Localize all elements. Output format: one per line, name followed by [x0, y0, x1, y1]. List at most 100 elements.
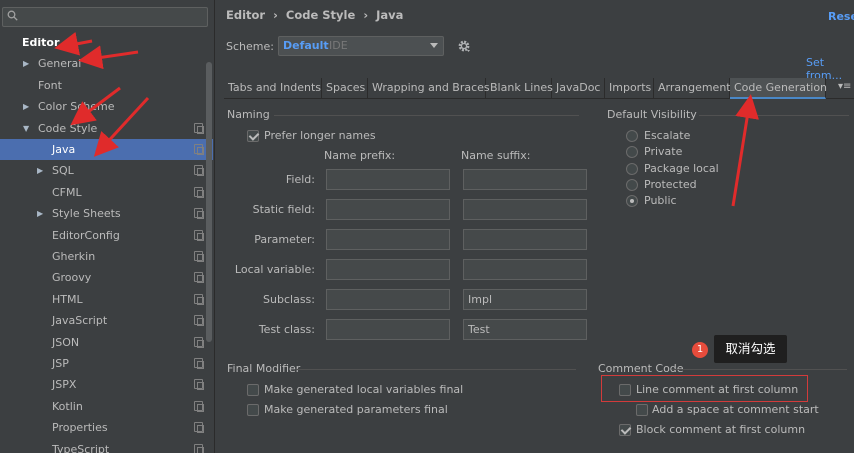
sidebar-item-general[interactable]: ▶ General [0, 53, 213, 74]
copy-icon [194, 400, 204, 412]
copy-icon [194, 208, 204, 220]
sidebar-item-label: Editor [22, 36, 60, 49]
sidebar-item-label: Gherkin [52, 250, 96, 263]
search-icon [7, 10, 18, 21]
sidebar-item-label: Kotlin [52, 399, 83, 413]
visibility-radio[interactable] [626, 178, 638, 191]
prefix-input[interactable] [326, 319, 450, 340]
final-modifier-title: Final Modifier [227, 362, 301, 375]
sidebar-item-label: Code Style [38, 121, 98, 135]
prefix-input[interactable] [326, 259, 450, 280]
search-input[interactable] [2, 7, 208, 27]
sidebar-scrollbar[interactable] [206, 62, 212, 342]
tab-wrapping-and-braces[interactable]: Wrapping and Braces [368, 78, 490, 99]
reset-link[interactable]: Rese [828, 10, 854, 23]
collapsed-arrow-icon[interactable]: ▶ [37, 160, 43, 181]
copy-icon [194, 379, 204, 391]
naming-title: Naming [227, 108, 270, 121]
sidebar-item-editorconfig[interactable]: EditorConfig [0, 225, 213, 246]
suffix-input[interactable] [463, 169, 587, 190]
collapsed-arrow-icon[interactable]: ▶ [37, 203, 43, 224]
tab-imports[interactable]: Imports [605, 78, 654, 99]
prefix-input[interactable] [326, 289, 450, 310]
visibility-radio[interactable] [626, 146, 638, 159]
sidebar-item-javascript[interactable]: JavaScript [0, 310, 213, 331]
tab-blank-lines[interactable]: Blank Lines [486, 78, 553, 99]
sidebar-item-color-scheme[interactable]: ▶ Color Scheme [0, 96, 213, 117]
collapsed-arrow-icon[interactable]: ▶ [23, 53, 29, 74]
sidebar-item-label: Font [38, 78, 62, 92]
sidebar-item-json[interactable]: JSON [0, 332, 213, 353]
tab-bar: Tabs and Indents Spaces Wrapping and Brace… [224, 78, 854, 99]
tab-javadoc[interactable]: JavaDoc [552, 78, 605, 99]
sidebar-item-label: Java [52, 143, 76, 156]
sidebar-item-label: EditorConfig [52, 228, 120, 242]
sidebar-item-groovy[interactable]: Groovy [0, 267, 213, 288]
suffix-input[interactable]: Impl [463, 289, 587, 310]
tab-spaces[interactable]: Spaces [322, 78, 368, 99]
expanded-arrow-icon[interactable]: ▼ [23, 118, 29, 139]
prefix-input[interactable] [326, 229, 450, 250]
final-modifier-checkbox[interactable] [247, 384, 259, 396]
sidebar-item-jsp[interactable]: JSP [0, 353, 213, 374]
scheme-label: Scheme: [226, 40, 274, 53]
copy-icon [194, 336, 204, 348]
prefix-input[interactable] [326, 199, 450, 220]
step-badge: 1 [692, 342, 708, 358]
suffix-input[interactable] [463, 199, 587, 220]
copy-icon [194, 229, 204, 241]
visibility-radio[interactable] [626, 130, 638, 142]
breadcrumb-java: Java [376, 8, 404, 22]
scheme-dropdown[interactable]: Default IDE [278, 36, 444, 56]
separator [699, 115, 849, 116]
prefer-longer-checkbox[interactable] [247, 130, 259, 142]
sidebar-item-jspx[interactable]: JSPX [0, 374, 213, 395]
tab-arrangement[interactable]: Arrangement [654, 78, 731, 99]
visibility-label: Public [644, 194, 677, 208]
chevron-down-icon [430, 43, 438, 48]
comment-code-checkbox[interactable] [619, 424, 631, 436]
sidebar-item-font[interactable]: Font [0, 75, 213, 96]
sidebar-item-label: JSON [52, 335, 80, 349]
sidebar-item-html[interactable]: HTML [0, 289, 213, 310]
prefer-longer-label: Prefer longer names [264, 129, 376, 142]
visibility-radio[interactable] [626, 162, 638, 175]
sidebar-item-java[interactable]: Java [0, 139, 213, 160]
suffix-input[interactable]: Test [463, 319, 587, 340]
copy-icon [194, 122, 204, 134]
comment-code-checkbox[interactable] [636, 404, 648, 416]
visibility-radio[interactable] [626, 195, 638, 208]
copy-icon [194, 251, 204, 262]
breadcrumb-editor: Editor [226, 8, 266, 22]
sidebar-item-gherkin[interactable]: Gherkin [0, 246, 213, 267]
sidebar-item-cfml[interactable]: CFML [0, 182, 213, 203]
prefix-input[interactable] [326, 169, 450, 190]
visibility-label: Escalate [644, 129, 691, 142]
suffix-input[interactable] [463, 229, 587, 250]
comment-code-label: Block comment at first column [636, 423, 806, 436]
tab-tabs-and-indents[interactable]: Tabs and Indents [224, 78, 322, 99]
gear-icon[interactable] [457, 39, 471, 53]
sidebar-item-editor[interactable]: Editor [0, 32, 213, 53]
name-prefix-header: Name prefix: [324, 149, 396, 162]
sidebar-item-typescript[interactable]: TypeScript [0, 439, 213, 453]
sidebar-item-kotlin[interactable]: Kotlin [0, 396, 213, 417]
tab-code-generation[interactable]: Code Generation [730, 78, 827, 99]
sidebar-item-label: CFML [52, 185, 82, 199]
sidebar-item-label: Groovy [52, 271, 92, 285]
tab-more-button[interactable]: ▾≡ [838, 81, 851, 92]
visibility-label: Protected [644, 177, 697, 191]
copy-icon [194, 186, 204, 198]
suffix-input[interactable] [463, 259, 587, 280]
copy-icon [194, 443, 204, 453]
sidebar-item-sql[interactable]: ▶ SQL [0, 160, 213, 181]
annotation-tooltip: 取消勾选 [714, 335, 787, 363]
sidebar-item-style-sheets[interactable]: ▶ Style Sheets [0, 203, 213, 224]
field-label: Parameter: [254, 233, 315, 246]
visibility-label: Private [644, 145, 683, 159]
final-modifier-checkbox[interactable] [247, 404, 259, 416]
collapsed-arrow-icon[interactable]: ▶ [23, 96, 29, 117]
sidebar-item-properties[interactable]: Properties [0, 417, 213, 438]
sidebar-item-code-style[interactable]: ▼ Code Style [0, 118, 213, 139]
sidebar-item-label: General [38, 57, 82, 71]
